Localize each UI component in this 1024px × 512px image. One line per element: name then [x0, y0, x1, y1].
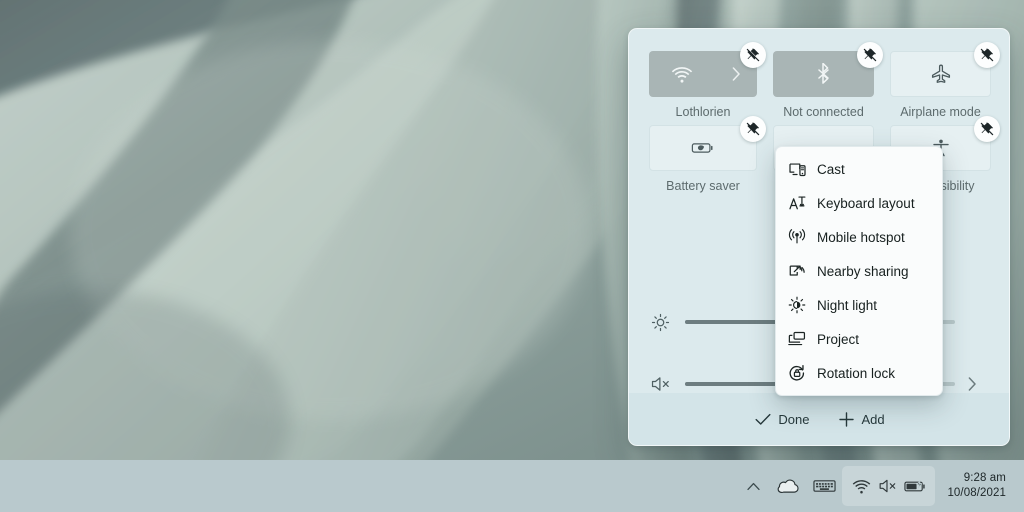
- keyboard-layout-icon: [788, 195, 806, 211]
- taskbar: 9:28 am 10/08/2021: [0, 460, 1024, 512]
- menu-item-keyboard-layout-label: Keyboard layout: [817, 195, 915, 211]
- taskbar-clock[interactable]: 9:28 am 10/08/2021: [935, 466, 1016, 506]
- menu-item-cast-label: Cast: [817, 161, 845, 177]
- done-button[interactable]: Done: [745, 406, 819, 433]
- tile-battery-saver: Battery saver: [649, 116, 766, 193]
- quick-settings-footer: Done Add: [629, 393, 1009, 445]
- menu-item-project-label: Project: [817, 331, 860, 347]
- project-icon: [788, 331, 806, 347]
- onedrive-cloud-icon[interactable]: [770, 466, 806, 506]
- wifi-icon: [649, 66, 715, 83]
- unpin-icon-battery-saver[interactable]: [740, 116, 766, 142]
- tile-wifi-label: Lothlorien: [675, 105, 731, 119]
- volume-output-chevron-right-icon[interactable]: [955, 377, 989, 391]
- tile-bluetooth-label: Not connected: [783, 105, 864, 119]
- mobile-hotspot-icon: [788, 229, 806, 245]
- unpin-icon-bluetooth[interactable]: [857, 42, 883, 68]
- airplane-icon: [891, 63, 990, 85]
- clock-date: 10/08/2021: [947, 487, 1006, 499]
- add-button[interactable]: Add: [829, 406, 894, 433]
- tile-airplane-mode-label: Airplane mode: [900, 105, 981, 119]
- chevron-up-icon[interactable]: [736, 466, 770, 506]
- night-light-icon: [788, 296, 806, 314]
- desktop-screen: Lothlorien Not connected Airplane mode B…: [0, 0, 1024, 512]
- menu-item-nearby-sharing[interactable]: Nearby sharing: [776, 254, 942, 288]
- cast-icon: [788, 162, 806, 177]
- menu-item-rotation-lock[interactable]: Rotation lock: [776, 356, 942, 390]
- bluetooth-icon: [773, 63, 874, 85]
- add-quick-setting-menu: Cast Keyboard layout Mobile hotspot Near…: [775, 146, 943, 396]
- clock-time: 9:28 am: [963, 472, 1006, 484]
- tile-wifi: Lothlorien: [649, 42, 766, 119]
- unpin-icon-accessibility[interactable]: [974, 116, 1000, 142]
- menu-item-night-light-label: Night light: [817, 297, 878, 313]
- menu-item-keyboard-layout[interactable]: Keyboard layout: [776, 186, 942, 220]
- battery-saver-icon: [650, 140, 756, 156]
- touch-keyboard-icon[interactable]: [806, 466, 842, 506]
- system-tray-group[interactable]: [842, 466, 936, 506]
- menu-item-mobile-hotspot-label: Mobile hotspot: [817, 229, 905, 245]
- done-button-label: Done: [778, 411, 810, 427]
- menu-item-nearby-sharing-label: Nearby sharing: [817, 263, 909, 279]
- unpin-icon-airplane-mode[interactable]: [974, 42, 1000, 68]
- menu-item-night-light[interactable]: Night light: [776, 288, 942, 322]
- nearby-sharing-icon: [788, 263, 806, 279]
- menu-item-project[interactable]: Project: [776, 322, 942, 356]
- rotation-lock-icon: [788, 364, 806, 382]
- unpin-icon-wifi[interactable]: [740, 42, 766, 68]
- volume-muted-icon[interactable]: [875, 466, 902, 506]
- menu-item-mobile-hotspot[interactable]: Mobile hotspot: [776, 220, 942, 254]
- wifi-icon[interactable]: [848, 466, 875, 506]
- tile-battery-saver-label: Battery saver: [666, 179, 740, 193]
- brightness-icon: [651, 313, 685, 332]
- battery-icon[interactable]: [902, 466, 929, 506]
- wifi-chevron-right-icon[interactable]: [715, 67, 757, 81]
- menu-item-cast[interactable]: Cast: [776, 152, 942, 186]
- menu-item-rotation-lock-label: Rotation lock: [817, 365, 896, 381]
- checkmark-icon: [755, 413, 771, 426]
- volume-muted-icon: [651, 375, 685, 393]
- tile-airplane-mode: Airplane mode: [890, 42, 1000, 119]
- plus-icon: [839, 411, 855, 427]
- add-button-label: Add: [861, 411, 885, 427]
- tile-bluetooth: Not connected: [773, 42, 883, 119]
